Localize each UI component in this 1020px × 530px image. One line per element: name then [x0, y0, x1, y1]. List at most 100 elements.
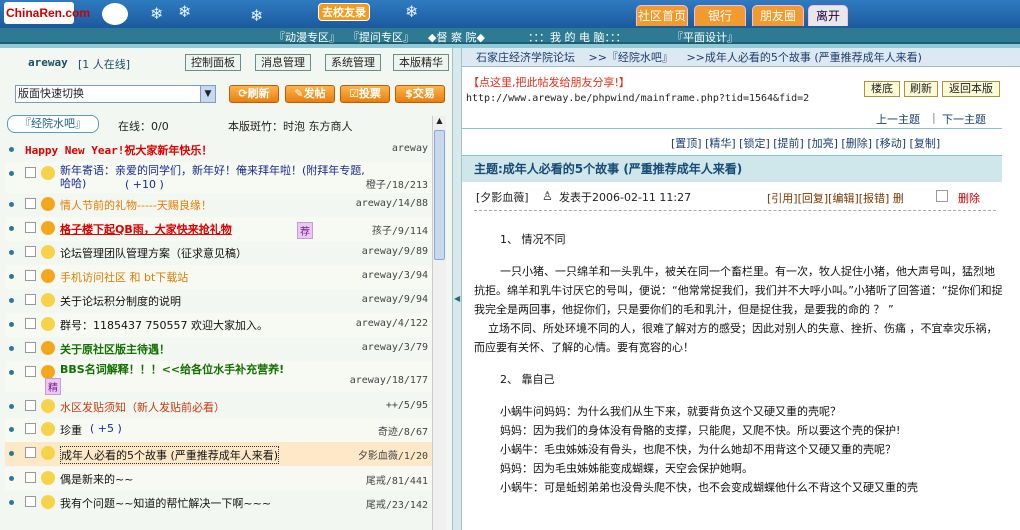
nav-supervision[interactable]: ◆督 察 院◆ [428, 29, 485, 45]
nav-my-computer[interactable]: ：：：我 的 电 脑：：： [528, 29, 627, 45]
nav-questions[interactable]: 『提问专区』 [348, 29, 414, 45]
system-manage-button[interactable]: 系统管理 [325, 54, 381, 71]
thread-author-stats[interactable]: 橙子/18/213 [366, 176, 428, 191]
thread-row[interactable]: 新年寄语：亲爱的同学们，新年好！俺来拜年啦！(附拜年专题,哈哈)( +10 ) 橙… [5, 162, 432, 193]
thread-title[interactable]: 关于论坛积分制度的说明 [60, 293, 181, 309]
thread-author-stats[interactable]: areway/9/94 [362, 294, 428, 305]
thread-author-stats[interactable]: 奇迹/8/67 [378, 423, 428, 438]
thread-checkbox[interactable] [25, 472, 36, 483]
board-essence-button[interactable]: 本版精华 [393, 54, 449, 71]
thread-title[interactable]: 论坛管理团队管理方案（征求意见稿） [60, 245, 247, 261]
thread-checkbox[interactable] [25, 366, 36, 377]
trade-button[interactable]: $交易 [395, 85, 445, 103]
thread-row[interactable]: 我有个问题~~知道的帮忙解决一下啊~~~ 尾戒/23/142 [5, 491, 432, 515]
refresh-button[interactable]: ⟳刷新 [229, 85, 279, 103]
thread-row[interactable]: 珍重 ( +5 ) 奇迹/8/67 [5, 418, 432, 442]
thread-row[interactable]: 偶是新来的~~ 尾戒/81/441 [5, 467, 432, 491]
post-author[interactable]: [夕影血薇] [476, 189, 529, 205]
thread-author-stats[interactable]: 尾戒/23/142 [366, 496, 428, 511]
thread-checkbox[interactable] [25, 246, 36, 257]
post-checkbox[interactable] [936, 190, 948, 202]
thread-author-stats[interactable]: areway/4/122 [356, 318, 428, 329]
thread-author-stats[interactable]: 夕影血薇/1/20 [358, 447, 428, 462]
thread-title[interactable]: 水区发贴须知（新人发贴前必看） [60, 399, 225, 415]
prev-topic-link[interactable]: 上一主题 [876, 111, 920, 127]
thread-author-stats[interactable]: ++/5/95 [386, 400, 428, 411]
thread-row[interactable]: 格子楼下起QB雨，大家快来抢礼物 荐 孩子/9/114 [5, 217, 432, 241]
thread-checkbox[interactable] [25, 222, 36, 233]
nav-graphic-design[interactable]: 『平面设计』 [672, 29, 738, 45]
thread-title[interactable]: 我有个问题~~知道的帮忙解决一下啊~~~ [60, 495, 271, 511]
thread-author-stats[interactable]: 孩子/9/114 [372, 222, 428, 237]
site-logo[interactable]: ChinaRen.com [4, 2, 90, 24]
username[interactable]: areway [28, 56, 68, 69]
tab-friends[interactable]: 朋友圈 [752, 5, 804, 26]
breadcrumb-home[interactable]: 石家庄经济学院论坛 [476, 51, 575, 64]
thread-checkbox[interactable] [25, 447, 36, 458]
thread-checkbox[interactable] [25, 198, 36, 209]
thread-author-stats[interactable]: areway [392, 143, 428, 154]
collapse-arrow-icon[interactable]: ◀ [454, 294, 460, 303]
thread-checkbox[interactable] [25, 270, 36, 281]
share-link[interactable]: 【点这里,把此帖发给朋友分享!】 [468, 74, 630, 90]
breadcrumb-forum[interactable]: >>『经院水吧』 [589, 51, 673, 64]
tab-bank[interactable]: 银行 [694, 5, 746, 26]
thread-checkbox[interactable] [25, 400, 36, 411]
pane-splitter[interactable]: ◀ [452, 48, 462, 530]
thread-author-stats[interactable]: areway/3/94 [362, 270, 428, 281]
go-alumni-button[interactable]: 去校友录 [318, 3, 370, 21]
thread-title[interactable]: 珍重 [60, 422, 82, 438]
tab-community-home[interactable]: 社区首页 [636, 5, 688, 26]
nav-anime[interactable]: 『动漫专区』 [274, 29, 340, 45]
floor-bottom-button[interactable]: 楼底 [864, 81, 900, 97]
thread-author-stats[interactable]: areway/14/88 [356, 198, 428, 209]
thread-checkbox[interactable] [25, 167, 36, 178]
control-panel-button[interactable]: 控制面板 [185, 54, 241, 71]
next-topic-link[interactable]: 下一主题 [942, 111, 986, 127]
thread-checkbox[interactable] [25, 342, 36, 353]
thread-title[interactable]: 群号：1185437 750557 欢迎大家加入。 [60, 317, 268, 333]
new-post-button[interactable]: ✎发帖 [285, 85, 335, 103]
thread-row[interactable]: 情人节前的礼物-----天赐良缘！ areway/14/88 [5, 193, 432, 217]
vote-button[interactable]: ☑投票 [340, 85, 390, 103]
delete-link[interactable]: 删除 [958, 190, 980, 206]
thread-author-stats[interactable]: 尾戒/81/441 [366, 472, 428, 487]
thread-row[interactable]: 论坛管理团队管理方案（征求意见稿） areway/9/89 [5, 241, 432, 265]
scrollbar[interactable]: ▲ [432, 116, 446, 530]
back-to-board-button[interactable]: 返回本版 [942, 81, 1000, 97]
refresh-post-button[interactable]: 刷新 [904, 81, 938, 97]
thread-row[interactable]: 水区发贴须知（新人发贴前必看） ++/5/95 [5, 395, 432, 419]
thread-title[interactable]: 成年人必看的5个故事 (严重推荐成年人来看) [60, 446, 280, 464]
thread-row[interactable]: 手机访问社区 和 bt下载站 areway/3/94 [5, 265, 432, 289]
thread-checkbox[interactable] [25, 294, 36, 305]
thread-row[interactable]: 成年人必看的5个故事 (严重推荐成年人来看) 夕影血薇/1/20 [5, 442, 432, 466]
scroll-up-icon[interactable]: ▲ [434, 116, 445, 128]
breadcrumb-thread[interactable]: >>成年人必看的5个故事 (严重推荐成年人来看) [686, 51, 922, 64]
thread-author-stats[interactable]: areway/18/177 [350, 375, 428, 386]
post-actions[interactable]: [引用][回复][编辑][报错] 删 [767, 190, 904, 206]
thread-checkbox[interactable] [25, 496, 36, 507]
thread-title[interactable]: 情人节前的礼物-----天赐良缘！ [60, 197, 212, 213]
thread-title[interactable]: 关于原社区版主待遇！ [60, 341, 170, 357]
thread-title[interactable]: 新年寄语：亲爱的同学们，新年好！俺来拜年啦！(附拜年专题,哈哈) [60, 164, 365, 190]
thread-title[interactable]: 格子楼下起QB雨，大家快来抢礼物 [60, 221, 232, 237]
thread-title[interactable]: Happy New Year!祝大家新年快乐！ [25, 142, 212, 158]
tab-leave[interactable]: 离开 [808, 5, 848, 26]
thread-row[interactable]: 关于论坛积分制度的说明 areway/9/94 [5, 289, 432, 313]
thread-title[interactable]: BBS名词解释！！！<<给各位水手补充营养! [60, 363, 284, 376]
thread-title[interactable]: 手机访问社区 和 bt下载站 [60, 269, 188, 285]
forum-tab[interactable]: 『经院水吧』 [7, 115, 99, 133]
thread-author-stats[interactable]: areway/3/79 [362, 342, 428, 353]
thread-row[interactable]: Happy New Year!祝大家新年快乐！ areway [5, 138, 432, 162]
thread-row[interactable]: 群号：1185437 750557 欢迎大家加入。 areway/4/122 [5, 313, 432, 337]
message-manage-button[interactable]: 消息管理 [255, 54, 311, 71]
thread-row[interactable]: BBS名词解释！！！<<给各位水手补充营养! 精 areway/18/177 [5, 361, 432, 395]
thread-title[interactable]: 偶是新来的~~ [60, 471, 133, 487]
thread-author-stats[interactable]: areway/9/89 [362, 246, 428, 257]
thread-row[interactable]: 关于原社区版主待遇！ areway/3/79 [5, 337, 432, 361]
thread-checkbox[interactable] [25, 423, 36, 434]
thread-checkbox[interactable] [25, 318, 36, 329]
scroll-thumb[interactable] [434, 130, 445, 260]
chevron-down-icon[interactable]: ▼ [200, 86, 215, 102]
moderation-actions[interactable]: [置顶] [精华] [锁定] [提前] [加亮] [删除] [移动] [复制] [671, 135, 940, 151]
